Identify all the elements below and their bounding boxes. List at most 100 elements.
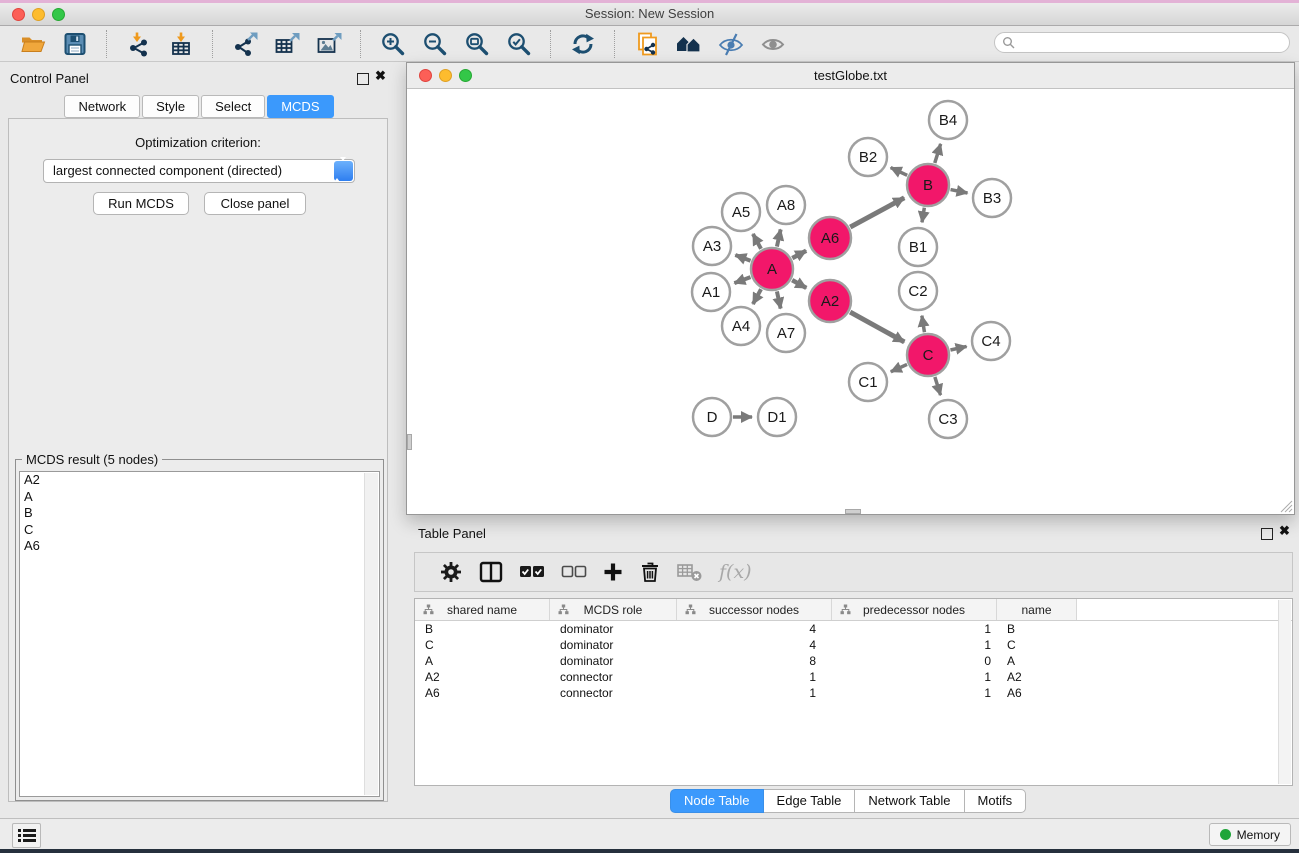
control-tab-network[interactable]: Network [64, 95, 140, 118]
criterion-select[interactable]: largest connected component (directed) [43, 159, 355, 183]
resize-grip-icon[interactable] [1278, 498, 1293, 513]
table-row[interactable]: A2connector11A2 [415, 669, 1292, 685]
task-history-button[interactable] [12, 823, 41, 848]
import-table-button[interactable] [164, 28, 198, 60]
table-scrollbar[interactable] [1278, 600, 1291, 784]
mcds-result-item[interactable]: A6 [20, 538, 379, 555]
mcds-result-item[interactable]: A [20, 489, 379, 506]
edge-C-C4[interactable] [950, 346, 966, 350]
control-tab-style[interactable]: Style [142, 95, 199, 118]
float-table-panel-icon[interactable] [1261, 528, 1273, 540]
edge-A6-B[interactable] [850, 198, 904, 227]
zoom-selected-button[interactable] [502, 28, 536, 60]
show-all-button[interactable] [756, 28, 790, 60]
mcds-result-item[interactable]: B [20, 505, 379, 522]
network-canvas[interactable]: B4B2BB3A8A5A6A3B1AC2A1A2A4A7C4CC1DD1C3 [407, 88, 1294, 514]
delete-column-button[interactable] [639, 557, 661, 587]
import-network-button[interactable] [122, 28, 156, 60]
close-panel-icon[interactable]: ✖ [375, 69, 386, 83]
show-columns-button[interactable] [479, 557, 503, 587]
first-neighbors-button[interactable] [672, 28, 706, 60]
run-mcds-button[interactable]: Run MCDS [93, 192, 189, 215]
zoom-out-button[interactable] [418, 28, 452, 60]
table-row[interactable]: Adominator80A [415, 653, 1292, 669]
table-row[interactable]: Bdominator41B [415, 621, 1292, 637]
cell-successor-nodes[interactable]: 1 [677, 686, 832, 700]
cell-name[interactable]: C [997, 638, 1077, 652]
add-column-button[interactable] [603, 557, 623, 587]
refresh-button[interactable] [566, 28, 600, 60]
edge-A2-C[interactable] [850, 312, 904, 342]
cell-predecessor-nodes[interactable]: 1 [832, 622, 997, 636]
result-scrollbar[interactable] [364, 473, 378, 795]
column-header-successor-nodes[interactable]: successor nodes [677, 599, 832, 620]
memory-button[interactable]: Memory [1209, 823, 1291, 846]
export-network-button[interactable] [228, 28, 262, 60]
table-options-button[interactable] [439, 557, 463, 587]
cell-successor-nodes[interactable]: 8 [677, 654, 832, 668]
edge-A-A8[interactable] [777, 229, 781, 246]
close-table-panel-icon[interactable]: ✖ [1279, 524, 1290, 538]
cell-shared-name[interactable]: A2 [415, 670, 550, 684]
mcds-result-list[interactable]: A2ABCA6 [19, 471, 380, 797]
column-header-predecessor-nodes[interactable]: predecessor nodes [832, 599, 997, 620]
column-header-MCDS-role[interactable]: MCDS role [550, 599, 677, 620]
open-session-button[interactable] [16, 28, 50, 60]
cell-predecessor-nodes[interactable]: 0 [832, 654, 997, 668]
control-tab-mcds[interactable]: MCDS [267, 95, 333, 118]
edge-B-B4[interactable] [935, 144, 941, 163]
cell-successor-nodes[interactable]: 4 [677, 622, 832, 636]
tab-network-table[interactable]: Network Table [855, 789, 964, 813]
edge-B-B3[interactable] [951, 190, 968, 193]
cell-MCDS-role[interactable]: dominator [550, 638, 677, 652]
tab-edge-table[interactable]: Edge Table [764, 789, 856, 813]
edge-C-C1[interactable] [891, 364, 907, 371]
edge-A-A1[interactable] [734, 277, 750, 283]
cell-predecessor-nodes[interactable]: 1 [832, 686, 997, 700]
cell-MCDS-role[interactable]: connector [550, 686, 677, 700]
cell-predecessor-nodes[interactable]: 1 [832, 670, 997, 684]
edge-A-A6[interactable] [792, 251, 806, 258]
node-table[interactable]: shared nameMCDS rolesuccessor nodesprede… [414, 598, 1293, 786]
save-session-button[interactable] [58, 28, 92, 60]
cell-shared-name[interactable]: A [415, 654, 550, 668]
edge-A-A5[interactable] [753, 234, 761, 249]
mcds-result-item[interactable]: C [20, 522, 379, 539]
edge-C-C2[interactable] [922, 316, 925, 333]
search-input[interactable] [1020, 35, 1274, 51]
cell-shared-name[interactable]: B [415, 622, 550, 636]
tab-node-table[interactable]: Node Table [670, 789, 764, 813]
cell-shared-name[interactable]: C [415, 638, 550, 652]
zoom-in-button[interactable] [376, 28, 410, 60]
edge-A-A7[interactable] [777, 291, 781, 308]
deselect-all-button[interactable] [561, 557, 587, 587]
cell-name[interactable]: A6 [997, 686, 1077, 700]
edge-B-B1[interactable] [922, 208, 924, 223]
cell-shared-name[interactable]: A6 [415, 686, 550, 700]
bottom-edge-grip[interactable] [845, 509, 861, 514]
mcds-result-item[interactable]: A2 [20, 472, 379, 489]
fit-content-button[interactable] [460, 28, 494, 60]
edge-A-A3[interactable] [735, 255, 750, 261]
cell-name[interactable]: B [997, 622, 1077, 636]
close-panel-button[interactable]: Close panel [204, 192, 306, 215]
edge-A-A2[interactable] [792, 280, 806, 288]
tab-motifs[interactable]: Motifs [965, 789, 1027, 813]
table-row[interactable]: Cdominator41C [415, 637, 1292, 653]
cell-successor-nodes[interactable]: 4 [677, 638, 832, 652]
function-builder-button[interactable]: f(x) [719, 557, 752, 587]
select-all-button[interactable] [519, 557, 545, 587]
edge-A-A4[interactable] [753, 289, 761, 304]
cell-name[interactable]: A [997, 654, 1077, 668]
left-edge-grip[interactable] [407, 434, 412, 450]
cell-name[interactable]: A2 [997, 670, 1077, 684]
cell-MCDS-role[interactable]: connector [550, 670, 677, 684]
float-panel-icon[interactable] [357, 73, 369, 85]
network-window-titlebar[interactable]: testGlobe.txt [407, 63, 1294, 89]
cell-successor-nodes[interactable]: 1 [677, 670, 832, 684]
delete-table-button[interactable] [677, 557, 703, 587]
export-table-button[interactable] [270, 28, 304, 60]
hide-selected-button[interactable] [714, 28, 748, 60]
edge-B-B2[interactable] [891, 168, 908, 176]
edge-C-C3[interactable] [935, 377, 941, 395]
